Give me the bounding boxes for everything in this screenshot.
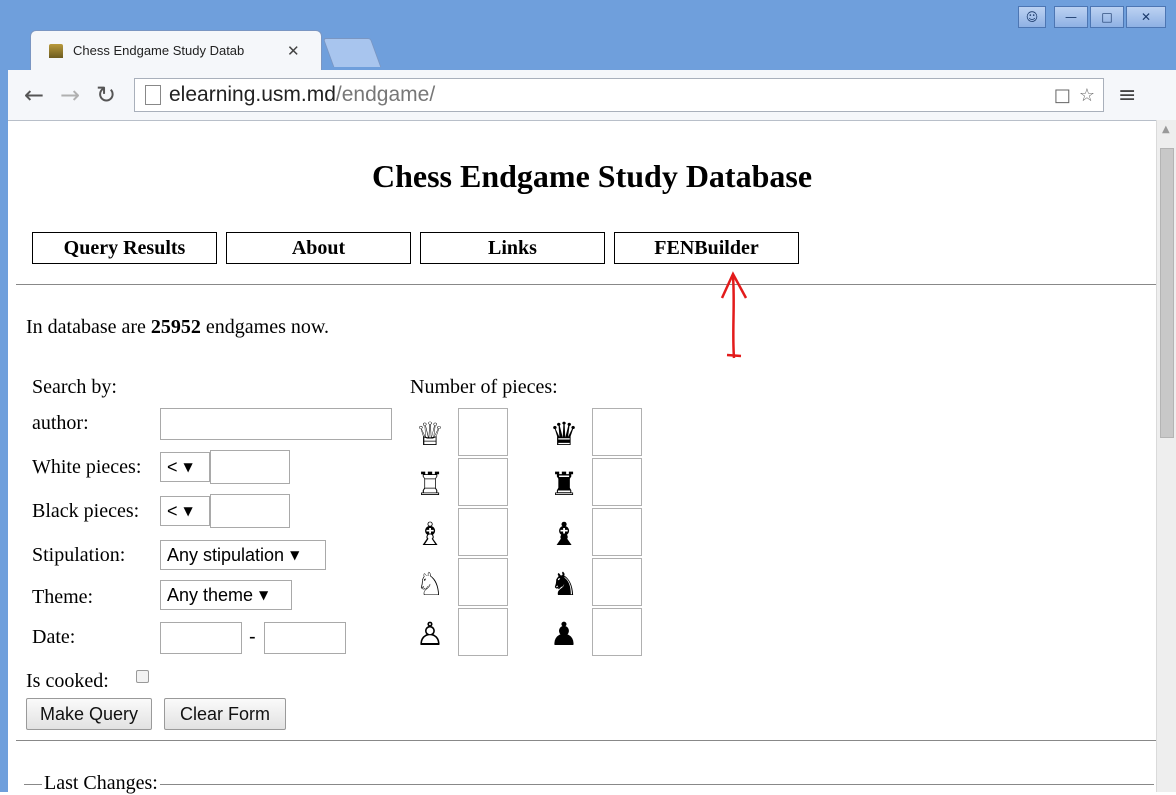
nav-about[interactable]: About (226, 232, 411, 264)
author-input[interactable] (160, 408, 392, 440)
black-bishop-icon: ♝ (549, 515, 579, 553)
black-queen-icon: ♛ (549, 415, 579, 453)
theme-value: Any theme (167, 584, 254, 605)
minimize-icon[interactable]: — (1054, 6, 1088, 28)
browser-toolbar: ← → ↻ elearning.usm.md/endgame/ □ ☆ ≡ (8, 70, 1176, 121)
white-bishop-icon: ♗ (415, 515, 445, 553)
date-from-input[interactable] (160, 622, 242, 654)
annotation-arrow-icon (720, 271, 748, 359)
white-bishop-count-input[interactable] (458, 508, 508, 556)
tab-title: Chess Endgame Study Datab (73, 43, 245, 58)
person-icon[interactable]: ☺ (1018, 6, 1046, 28)
stipulation-label: Stipulation: (32, 544, 126, 566)
is-cooked-label: Is cooked: (26, 670, 109, 692)
stipulation-select[interactable]: Any stipulation ▼ (160, 540, 326, 570)
page-title: Chess Endgame Study Database (371, 158, 813, 194)
date-separator: - (249, 626, 256, 648)
nav-query-results[interactable]: Query Results (32, 232, 217, 264)
chevron-down-icon: ▼ (290, 548, 300, 562)
is-cooked-checkbox[interactable] (136, 670, 149, 683)
chevron-down-icon: ▼ (259, 588, 269, 602)
black-pawn-count-input[interactable] (592, 608, 642, 656)
black-bishop-count-input[interactable] (592, 508, 642, 556)
scroll-up-arrow-icon[interactable]: ▲ (1162, 124, 1170, 135)
window-controls: ☺ — □ ✕ (1016, 6, 1166, 28)
make-query-button[interactable]: Make Query (26, 698, 152, 730)
last-changes-fieldset (24, 784, 1154, 785)
white-pieces-input[interactable] (210, 450, 290, 484)
black-pawn-icon: ♟ (549, 615, 579, 653)
divider (16, 740, 1156, 741)
black-knight-icon: ♞ (549, 565, 579, 603)
white-queen-count-input[interactable] (458, 408, 508, 456)
white-knight-icon: ♘ (415, 565, 445, 603)
translate-icon[interactable]: □ (1054, 85, 1071, 106)
black-op-value: < (167, 500, 178, 521)
reload-icon[interactable]: ↻ (88, 81, 124, 109)
white-pawn-icon: ♙ (415, 615, 445, 653)
page-content: Chess Endgame Study Database Query Resul… (8, 120, 1156, 795)
url-host: elearning.usm.md (169, 83, 336, 106)
maximize-icon[interactable]: □ (1090, 6, 1124, 28)
black-pieces-input[interactable] (210, 494, 290, 528)
white-pieces-label: White pieces: (32, 456, 142, 478)
white-op-value: < (167, 456, 178, 477)
database-info: In database are 25952 endgames now. (26, 316, 329, 339)
url-path: /endgame/ (335, 83, 436, 106)
black-queen-count-input[interactable] (592, 408, 642, 456)
date-label: Date: (32, 626, 76, 648)
nav-links[interactable]: Links (420, 232, 605, 264)
white-queen-icon: ♕ (415, 415, 445, 453)
new-tab-button[interactable] (322, 38, 382, 67)
forward-arrow-icon[interactable]: → (52, 81, 88, 109)
favicon-icon (49, 43, 63, 58)
black-rook-count-input[interactable] (592, 458, 642, 506)
info-suffix: endgames now. (200, 316, 330, 338)
white-rook-icon: ♖ (415, 465, 445, 503)
black-rook-icon: ♜ (549, 465, 579, 503)
author-label: author: (32, 412, 89, 434)
browser-tab[interactable]: Chess Endgame Study Datab ✕ (30, 30, 322, 70)
window-frame (0, 120, 8, 792)
endgame-count: 25952 (150, 316, 201, 338)
menu-icon[interactable]: ≡ (1118, 83, 1136, 108)
nav-fenbuilder[interactable]: FENBuilder (614, 232, 799, 264)
star-icon[interactable]: ☆ (1079, 85, 1095, 106)
chevron-down-icon: ▼ (183, 504, 193, 518)
page-icon (145, 85, 161, 105)
chevron-down-icon: ▼ (183, 460, 193, 474)
black-pieces-label: Black pieces: (32, 500, 140, 522)
close-icon[interactable]: ✕ (1126, 6, 1166, 28)
back-arrow-icon[interactable]: ← (16, 81, 52, 109)
white-rook-count-input[interactable] (458, 458, 508, 506)
info-prefix: In database are (26, 316, 151, 338)
search-by-label: Search by: (32, 376, 117, 398)
address-bar[interactable]: elearning.usm.md/endgame/ □ ☆ (134, 78, 1104, 112)
number-of-pieces-label: Number of pieces: (410, 376, 558, 398)
date-to-input[interactable] (264, 622, 346, 654)
tab-close-icon[interactable]: ✕ (287, 42, 300, 60)
divider (16, 284, 1156, 285)
theme-select[interactable]: Any theme ▼ (160, 580, 292, 610)
black-knight-count-input[interactable] (592, 558, 642, 606)
clear-form-button[interactable]: Clear Form (164, 698, 286, 730)
stipulation-value: Any stipulation (167, 544, 285, 565)
white-pawn-count-input[interactable] (458, 608, 508, 656)
white-knight-count-input[interactable] (458, 558, 508, 606)
theme-label: Theme: (32, 586, 94, 608)
white-pieces-operator[interactable]: < ▼ (160, 452, 210, 482)
black-pieces-operator[interactable]: < ▼ (160, 496, 210, 526)
vertical-scrollbar[interactable]: ▲ (1156, 120, 1176, 792)
